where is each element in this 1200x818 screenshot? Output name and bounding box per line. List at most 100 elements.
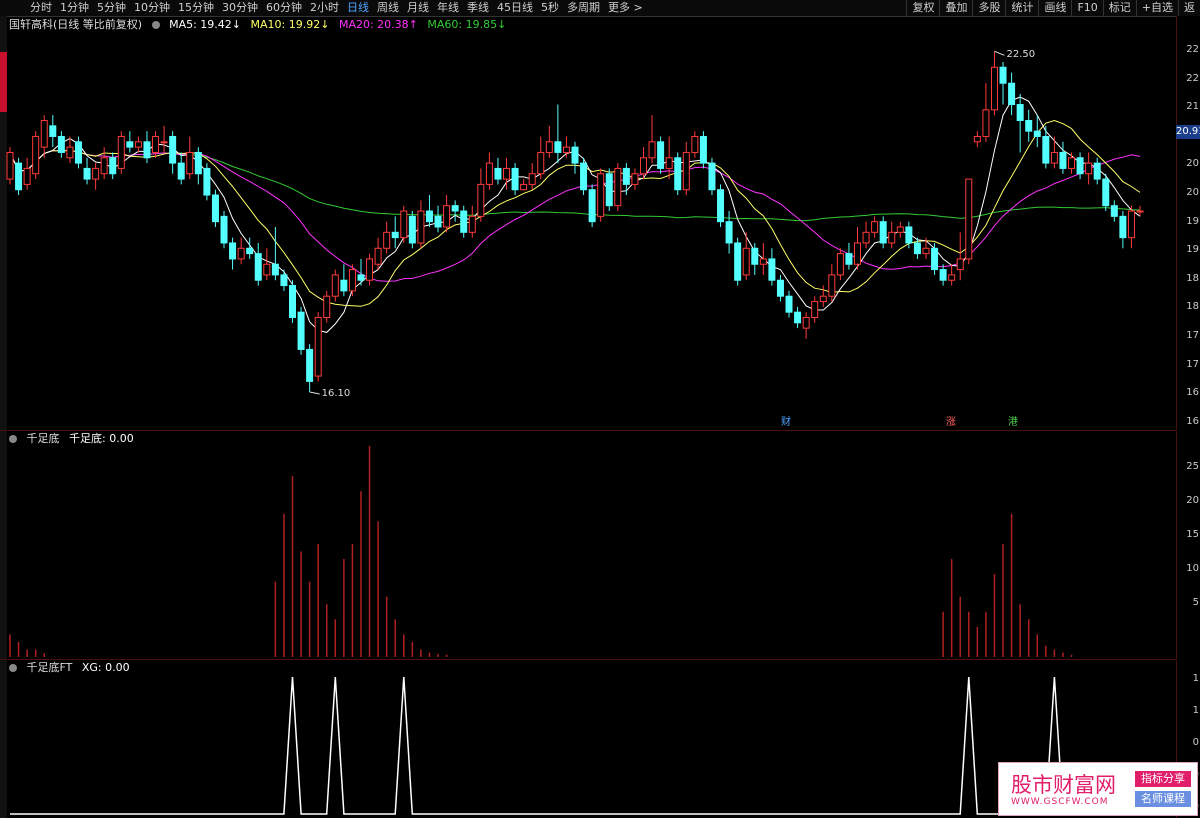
- candle-body: [768, 258, 776, 281]
- candle-body: [271, 263, 279, 276]
- candle-body: [674, 157, 682, 191]
- candle-body: [708, 162, 716, 191]
- candle-body: [1085, 162, 1093, 175]
- candle-body: [854, 242, 861, 265]
- candle-body: [237, 247, 245, 260]
- candle-body: [588, 189, 596, 223]
- candle-body: [229, 242, 237, 260]
- candle-body: [485, 162, 493, 185]
- event-marker-limit-up[interactable]: 涨: [944, 417, 958, 429]
- candle-body: [40, 120, 48, 148]
- candle-body: [57, 135, 65, 153]
- candle-body: [1076, 157, 1084, 175]
- candle-body: [477, 183, 485, 217]
- axis-tick-label: 19: [1186, 244, 1199, 256]
- candle-body: [682, 151, 690, 191]
- candle-body: [366, 258, 374, 281]
- candle-body: [1025, 120, 1033, 132]
- candle-body: [494, 167, 502, 180]
- candle-body: [357, 274, 365, 281]
- tool-button-8[interactable]: 返: [1178, 0, 1200, 16]
- candle-body: [254, 253, 262, 281]
- candle-body: [117, 135, 125, 169]
- candle-body: [948, 274, 956, 281]
- current-price-tag: 20.91: [1176, 125, 1200, 139]
- candle-body: [1127, 210, 1135, 239]
- candle-body: [451, 205, 459, 212]
- candle-body: [348, 269, 356, 292]
- candle-body: [169, 135, 177, 164]
- price-axis[interactable]: 2222212120201919181817171616: [1176, 16, 1200, 430]
- candle-body: [1119, 215, 1127, 239]
- candle-body: [109, 157, 117, 175]
- axis-tick-label: 20: [1186, 495, 1199, 506]
- watermark-title: 股市财富网: [1011, 773, 1116, 797]
- candle-body: [323, 295, 331, 318]
- candle-body: [434, 215, 442, 228]
- watermark-logo: 股市财富网 WWW.GSCFW.COM 指标分享 名师课程: [998, 762, 1198, 816]
- candle-body: [203, 167, 211, 196]
- candle-body: [134, 141, 142, 148]
- candle-body: [811, 301, 819, 318]
- candle-body: [965, 178, 973, 260]
- candle-body: [331, 274, 339, 297]
- candle-body: [1136, 210, 1144, 213]
- candle-body: [545, 141, 553, 153]
- candle-body: [896, 226, 904, 233]
- candle-body: [143, 141, 151, 159]
- candle-body: [931, 247, 939, 271]
- candle-body: [32, 135, 40, 175]
- candle-body: [186, 151, 194, 175]
- candle-body: [759, 258, 767, 265]
- axis-tick-label: 17: [1186, 358, 1199, 370]
- candle-body: [23, 167, 31, 185]
- candle-body: [340, 279, 348, 292]
- axis-tick-label: 18: [1186, 301, 1199, 313]
- chart-canvas[interactable]: [0, 0, 1176, 818]
- candle-body: [1042, 135, 1050, 164]
- candle-body: [742, 247, 750, 276]
- candle-body: [657, 141, 665, 169]
- candle-body: [314, 316, 322, 377]
- axis-tick-label: 16: [1186, 415, 1199, 427]
- candle-body: [845, 253, 853, 265]
- axis-tick-label: 1: [1192, 705, 1199, 716]
- watermark-tag-indicator: 指标分享: [1135, 771, 1191, 787]
- axis-tick-label: 5: [1192, 597, 1199, 608]
- candle-body: [939, 269, 947, 281]
- axis-tick-label: 22: [1186, 72, 1199, 84]
- candle-body: [537, 151, 545, 175]
- candle-body: [1102, 178, 1110, 207]
- event-marker-hk[interactable]: 港: [1006, 417, 1020, 429]
- candle-body: [49, 125, 57, 137]
- candle-body: [614, 167, 622, 207]
- candle-body: [177, 162, 185, 180]
- candle-body: [597, 173, 605, 217]
- candle-body: [1110, 205, 1118, 217]
- candle-body: [83, 167, 91, 180]
- axis-tick-label: 21: [1186, 101, 1199, 113]
- candle-body: [922, 247, 930, 255]
- watermark-tag-course: 名师课程: [1135, 791, 1191, 807]
- candle-body: [152, 135, 160, 153]
- high-pointer: [994, 50, 1005, 56]
- axis-tick-label: 20: [1186, 187, 1199, 198]
- candle-body: [194, 151, 202, 175]
- pane2-axis[interactable]: 25 20 15 10 5: [1176, 431, 1200, 659]
- event-marker-finance[interactable]: 财: [779, 417, 793, 429]
- candle-body: [417, 210, 425, 244]
- candle-body: [631, 173, 639, 185]
- axis-tick-label: 20: [1186, 158, 1199, 170]
- candle-body: [211, 194, 219, 223]
- axis-tick-label: 25: [1186, 461, 1199, 472]
- candle-body: [776, 279, 784, 297]
- candle-body: [836, 253, 844, 276]
- axis-tick-label: 10: [1186, 563, 1199, 574]
- candle-body: [92, 167, 100, 180]
- candle-body: [580, 162, 588, 191]
- candle-body: [828, 274, 836, 297]
- candle-body: [1093, 162, 1101, 180]
- candle-body: [374, 247, 382, 265]
- candle-body: [785, 295, 793, 313]
- candle-body: [717, 189, 725, 223]
